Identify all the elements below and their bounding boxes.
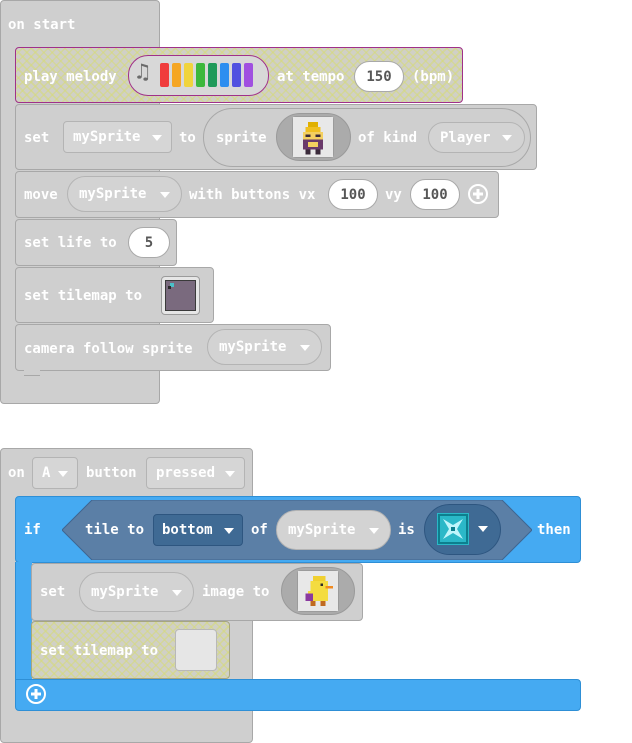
empty-tilemap-slot[interactable]: [175, 629, 217, 671]
if-label: if: [24, 522, 41, 538]
chevron-down-icon: [225, 471, 235, 477]
direction-dropdown[interactable]: bottom: [153, 514, 243, 546]
chevron-down-icon: [152, 135, 162, 141]
player-sprite-thumbnail: [292, 116, 334, 158]
tilemap-thumbnail[interactable]: [161, 276, 200, 315]
set-label: set: [24, 130, 50, 146]
vx-input[interactable]: 100: [328, 179, 378, 210]
connector-notch: [24, 370, 40, 376]
button-dropdown[interactable]: A: [32, 457, 78, 489]
chevron-down-icon: [58, 471, 68, 477]
if-block-spine: [15, 562, 32, 680]
set-label: set: [40, 584, 66, 600]
set-life-label: set life to: [24, 235, 117, 251]
music-note-icon: ♫: [136, 60, 150, 85]
on-label: on: [8, 465, 25, 481]
chevron-down-icon: [502, 135, 512, 141]
player-sprite-icon: [293, 117, 333, 157]
chevron-down-icon: [172, 590, 182, 596]
add-else-button[interactable]: [25, 683, 47, 705]
tile-to-label: tile to: [85, 522, 145, 538]
melody-note-bar: [232, 63, 241, 87]
plus-circle-icon: [468, 184, 488, 204]
chevron-down-icon: [224, 528, 234, 534]
variable-dropdown-value: mySprite: [288, 522, 356, 538]
bpm-label: (bpm): [412, 69, 455, 85]
variable-dropdown[interactable]: mySprite: [276, 510, 391, 550]
melody-note-bar: [244, 63, 253, 87]
kind-dropdown-value: Player: [440, 129, 491, 146]
on-start-label: on start: [8, 17, 76, 33]
vy-input[interactable]: 100: [410, 179, 460, 210]
event-dropdown-value: pressed: [156, 465, 216, 481]
tile-image-icon: [437, 513, 469, 545]
variable-dropdown[interactable]: mySprite: [63, 121, 172, 153]
plus-circle-icon: [26, 684, 46, 704]
tempo-input[interactable]: 150: [354, 61, 404, 92]
sprite-image-thumbnail: [297, 570, 339, 612]
variable-dropdown-value: mySprite: [91, 584, 159, 600]
event-dropdown[interactable]: pressed: [146, 457, 245, 489]
is-label: is: [398, 522, 415, 538]
melody-note-bar: [172, 63, 181, 87]
tile-image-dropdown[interactable]: [424, 504, 501, 555]
variable-dropdown[interactable]: mySprite: [207, 329, 322, 365]
melody-note-bar: [196, 63, 205, 87]
melody-note-bar: [160, 63, 169, 87]
chevron-down-icon: [300, 345, 310, 351]
direction-dropdown-value: bottom: [162, 522, 213, 538]
variable-dropdown-value: mySprite: [79, 186, 147, 202]
set-tilemap-label: set tilemap to: [40, 643, 159, 659]
at-tempo-label: at tempo: [277, 69, 345, 85]
life-input[interactable]: 5: [128, 227, 170, 258]
variable-dropdown[interactable]: mySprite: [67, 176, 182, 212]
button-label: button: [86, 465, 137, 481]
add-parameter-button[interactable]: [467, 183, 489, 205]
chevron-down-icon: [160, 192, 170, 198]
variable-dropdown-value: mySprite: [219, 339, 287, 355]
if-block-footer[interactable]: [15, 679, 581, 711]
variable-dropdown-value: mySprite: [73, 129, 141, 145]
vy-label: vy: [385, 187, 402, 203]
melody-note-bar: [220, 63, 229, 87]
sprite-label: sprite: [216, 130, 267, 146]
play-melody-label: play melody: [24, 69, 117, 85]
then-label: then: [537, 522, 571, 538]
image-to-label: image to: [202, 584, 270, 600]
of-kind-label: of kind: [358, 130, 418, 146]
move-label: move: [24, 187, 58, 203]
camera-follow-label: camera follow sprite: [24, 341, 193, 357]
chevron-down-icon: [478, 526, 488, 532]
chevron-down-icon: [369, 528, 379, 534]
melody-note-bar: [184, 63, 193, 87]
button-dropdown-value: A: [42, 465, 51, 481]
variable-dropdown[interactable]: mySprite: [79, 572, 194, 612]
duck-sprite-icon: [298, 571, 338, 611]
of-label: of: [251, 522, 268, 538]
to-label: to: [179, 130, 196, 146]
kind-dropdown[interactable]: Player: [428, 122, 525, 153]
set-tilemap-label: set tilemap to: [24, 288, 143, 304]
with-buttons-vx-label: with buttons vx: [189, 187, 316, 203]
melody-note-bar: [208, 63, 217, 87]
tilemap-icon: [164, 279, 197, 312]
